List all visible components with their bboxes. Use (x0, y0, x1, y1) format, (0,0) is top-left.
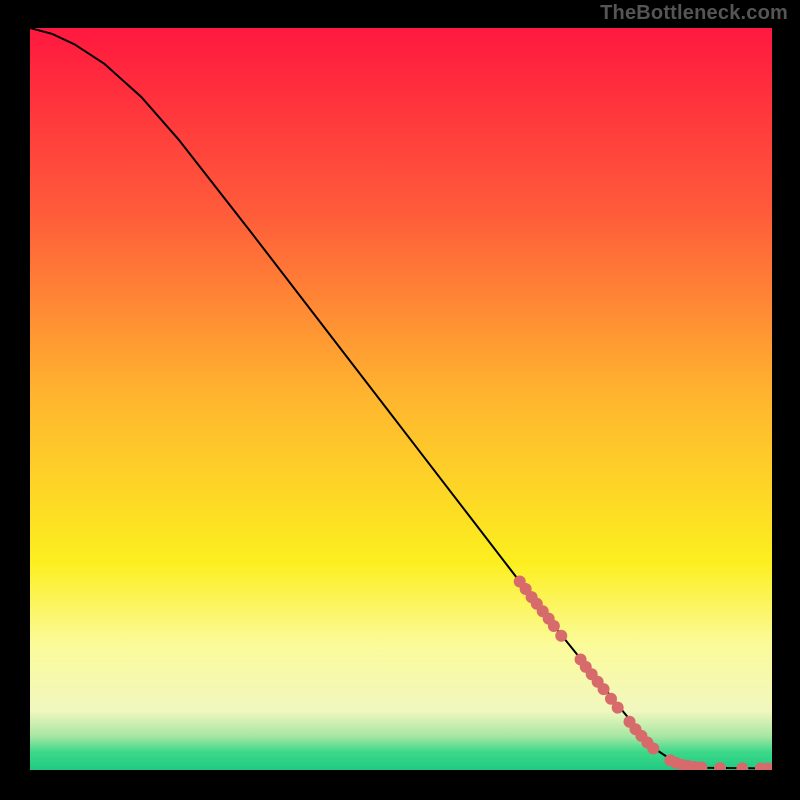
chart-frame: TheBottleneck.com (0, 0, 800, 800)
bottleneck-chart (30, 28, 772, 770)
attribution-label: TheBottleneck.com (600, 2, 788, 25)
gradient-background (30, 28, 772, 770)
highlight-dot (598, 683, 610, 695)
highlight-dot (647, 742, 659, 754)
highlight-dot (612, 702, 624, 714)
highlight-dot (555, 630, 567, 642)
highlight-dot (548, 620, 560, 632)
plot-area (30, 28, 772, 770)
